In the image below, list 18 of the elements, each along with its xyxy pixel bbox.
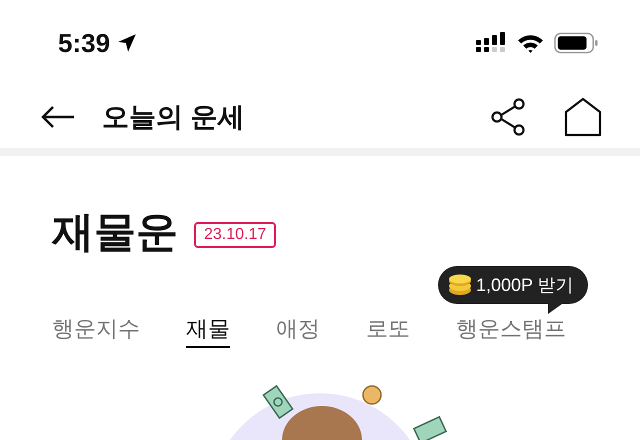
header-title: 오늘의 운세 <box>102 101 246 134</box>
bubble-tail <box>548 304 562 314</box>
home-icon[interactable] <box>564 97 602 137</box>
tab[interactable]: 애정 <box>276 314 320 348</box>
location-arrow-icon <box>116 32 138 54</box>
tab[interactable]: 행운스탬프 <box>456 314 566 348</box>
tab[interactable]: 행운지수 <box>52 314 140 348</box>
wifi-icon <box>517 32 544 54</box>
status-time: 5:39 <box>58 28 110 58</box>
page-title: 재물운 <box>52 207 178 257</box>
back-arrow-icon[interactable] <box>40 105 76 129</box>
tab[interactable]: 로또 <box>366 314 410 348</box>
date-tag: 23.10.17 <box>194 222 276 248</box>
coins-icon <box>448 273 472 297</box>
battery-icon <box>554 32 598 54</box>
reward-bubble[interactable]: 1,000P 받기 <box>438 266 588 304</box>
tab[interactable]: 재물 <box>186 314 230 348</box>
signal-icon <box>475 32 507 54</box>
